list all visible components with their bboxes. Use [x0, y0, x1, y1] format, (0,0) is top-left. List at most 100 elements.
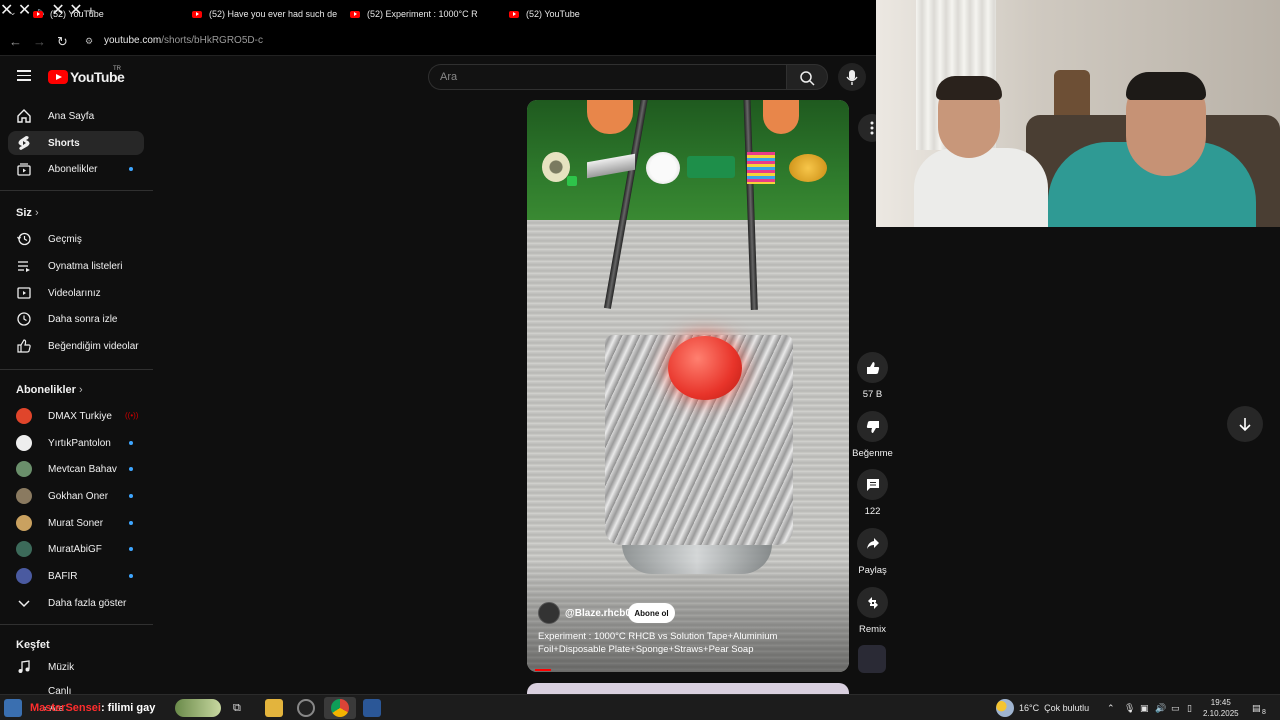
url-field[interactable]: youtube.com/shorts/bHkRGRO5D-c — [104, 35, 263, 46]
microphone-tray-icon[interactable]: 🎙 — [1124, 700, 1135, 716]
forward-icon[interactable]: → — [33, 34, 46, 49]
heading-text: Siz — [16, 207, 32, 219]
sidebar-channel[interactable]: YırtıkPantolon — [8, 431, 144, 455]
short-title-line: Experiment : 1000°C RHCB vs Solution Tap… — [538, 631, 778, 642]
voice-search-button[interactable] — [838, 63, 866, 91]
sidebar-item-playlists[interactable]: Oynatma listeleri — [8, 254, 144, 278]
volume-icon[interactable]: 🔊 — [1155, 700, 1166, 716]
sidebar-item-watch-later[interactable]: Daha sonra izle — [8, 307, 144, 331]
notifications-icon[interactable]: ▤ — [1252, 700, 1261, 716]
sidebar-item-subscriptions[interactable]: Abonelikler — [8, 157, 144, 181]
clock-time: 19:45 — [1210, 698, 1231, 707]
ticker-username: MasterSensei — [30, 702, 101, 714]
search-button[interactable] — [786, 64, 828, 90]
search-input[interactable]: Ara — [428, 64, 786, 90]
app-tray-icon[interactable]: ▣ — [1140, 700, 1149, 716]
sidebar-channel[interactable]: MuratAbiGF — [8, 537, 144, 561]
channel-name: Mevtcan Bahav — [48, 463, 117, 475]
sidebar-you-heading[interactable]: Siz › — [16, 207, 39, 219]
sidebar-channel[interactable]: Mevtcan Bahav — [8, 457, 144, 481]
menu-hamburger-icon[interactable] — [17, 70, 31, 81]
sidebar-item-shorts[interactable]: Shorts — [8, 131, 144, 155]
weather-widget[interactable]: 16°C Çok bulutlu — [1019, 700, 1089, 716]
obs-icon[interactable] — [297, 699, 315, 717]
sidebar-item-label: Shorts — [48, 137, 80, 149]
comments-button[interactable]: 122 — [857, 469, 888, 517]
sidebar-channel[interactable]: Murat Soner — [8, 511, 144, 535]
music-icon — [16, 659, 32, 675]
short-title[interactable]: Experiment : 1000°C RHCB vs Solution Tap… — [538, 630, 828, 656]
sidebar-item-home[interactable]: Ana Sayfa — [8, 104, 144, 128]
sidebar-item-label: Oynatma listeleri — [48, 260, 123, 272]
watch-later-icon — [16, 311, 32, 327]
next-video-button[interactable] — [1227, 406, 1263, 442]
shorts-video-player[interactable] — [527, 100, 849, 672]
like-button[interactable]: 57 B — [857, 352, 888, 400]
sidebar-item-live[interactable]: Canlı — [8, 682, 144, 694]
share-button[interactable]: Paylaş — [857, 528, 888, 576]
avatar — [16, 568, 32, 584]
weather-temp: 16°C — [1019, 703, 1040, 713]
task-view-icon[interactable]: ⧉ — [233, 700, 241, 716]
subscribe-button[interactable]: Abone ol — [628, 603, 675, 623]
sidebar-item-label: Geçmiş — [48, 233, 82, 245]
channel-name: MuratAbiGF — [48, 543, 102, 555]
youtube-favicon-icon — [509, 10, 519, 18]
widget-icon[interactable] — [4, 699, 22, 717]
heading-text: Abonelikler — [16, 384, 76, 396]
network-icon[interactable]: ▭ — [1171, 700, 1180, 716]
sidebar-item-label: Videolarınız — [48, 287, 101, 299]
sidebar-item-label: Daha fazla göster — [48, 597, 127, 609]
new-content-dot — [129, 467, 133, 471]
clock[interactable]: 19:45 2.10.2025 — [1203, 697, 1239, 719]
search-icon — [800, 71, 815, 86]
straws-icon — [747, 152, 775, 184]
sidebar-item-music[interactable]: Müzik — [8, 655, 144, 679]
sound-avatar[interactable] — [858, 645, 886, 673]
battery-icon[interactable]: ▯ — [1187, 700, 1192, 716]
sidebar-item-history[interactable]: Geçmiş — [8, 227, 144, 251]
reload-icon[interactable]: ↻ — [57, 34, 68, 50]
browser-tab[interactable]: (52) YouTube — [33, 4, 104, 24]
file-explorer-icon[interactable] — [265, 699, 283, 717]
avatar — [16, 408, 32, 424]
youtube-favicon-icon — [33, 10, 43, 18]
sidebar-channel[interactable]: Gokhan Oner — [8, 484, 144, 508]
live-indicator-icon: ((•)) — [125, 411, 139, 420]
video-progress-bar[interactable] — [535, 669, 551, 671]
browser-tab[interactable]: (52) Have you ever had such de — [192, 4, 337, 24]
sidebar-show-more[interactable]: Daha fazla göster — [8, 591, 144, 615]
windows-taskbar: ⌕ Ara ⧉ 16°C Çok bulutlu ⌃ 🎙 ▣ 🔊 ▭ ▯ 19:… — [0, 694, 1280, 720]
share-label: Paylaş — [858, 565, 887, 576]
dislike-button[interactable]: Beğenme — [852, 411, 893, 459]
new-content-dot — [129, 441, 133, 445]
video-hot-ball — [668, 336, 742, 400]
sidebar-channel[interactable]: DMAX Turkiye ((•)) — [8, 404, 144, 428]
browser-tab[interactable]: (52) YouTube — [509, 4, 580, 24]
sidebar-item-your-videos[interactable]: Videolarınız — [8, 281, 144, 305]
site-info-icon[interactable]: ⚙ — [85, 36, 93, 47]
sidebar-item-label: Müzik — [48, 661, 75, 673]
sidebar-explore-heading: Keşfet — [16, 639, 50, 651]
sidebar-subscriptions-heading[interactable]: Abonelikler › — [16, 384, 83, 396]
sidebar-divider — [0, 369, 153, 370]
chat-ticker: MasterSensei: filimi gay — [30, 702, 155, 714]
sidebar-channel[interactable]: BAFIR — [8, 564, 144, 588]
back-icon[interactable]: ← — [9, 34, 22, 49]
search-placeholder: Ara — [440, 71, 458, 83]
sidebar-item-liked-videos[interactable]: Beğendiğim videolar — [8, 334, 144, 358]
browser-tab-active[interactable]: (52) Experiment : 1000°C R — [350, 4, 490, 24]
avatar — [16, 488, 32, 504]
tray-chevron-up-icon[interactable]: ⌃ — [1107, 700, 1115, 716]
close-tab-icon[interactable]: ✕ — [18, 2, 31, 19]
shorts-icon — [16, 135, 32, 151]
tab-title: (52) Experiment : 1000°C R — [367, 9, 478, 19]
youtube-logo[interactable]: YouTube TR — [48, 66, 125, 85]
channel-name: Gokhan Oner — [48, 490, 109, 502]
arrow-down-icon — [1239, 418, 1251, 432]
landscape-thumbnail-icon — [175, 699, 221, 717]
remix-button[interactable]: Remix — [857, 587, 888, 635]
app-window-icon[interactable] — [363, 699, 381, 717]
tab-list-chevron-icon[interactable]: ⌄ — [9, 7, 17, 18]
short-channel-info[interactable]: @Blaze.rhcb0 — [538, 602, 631, 624]
